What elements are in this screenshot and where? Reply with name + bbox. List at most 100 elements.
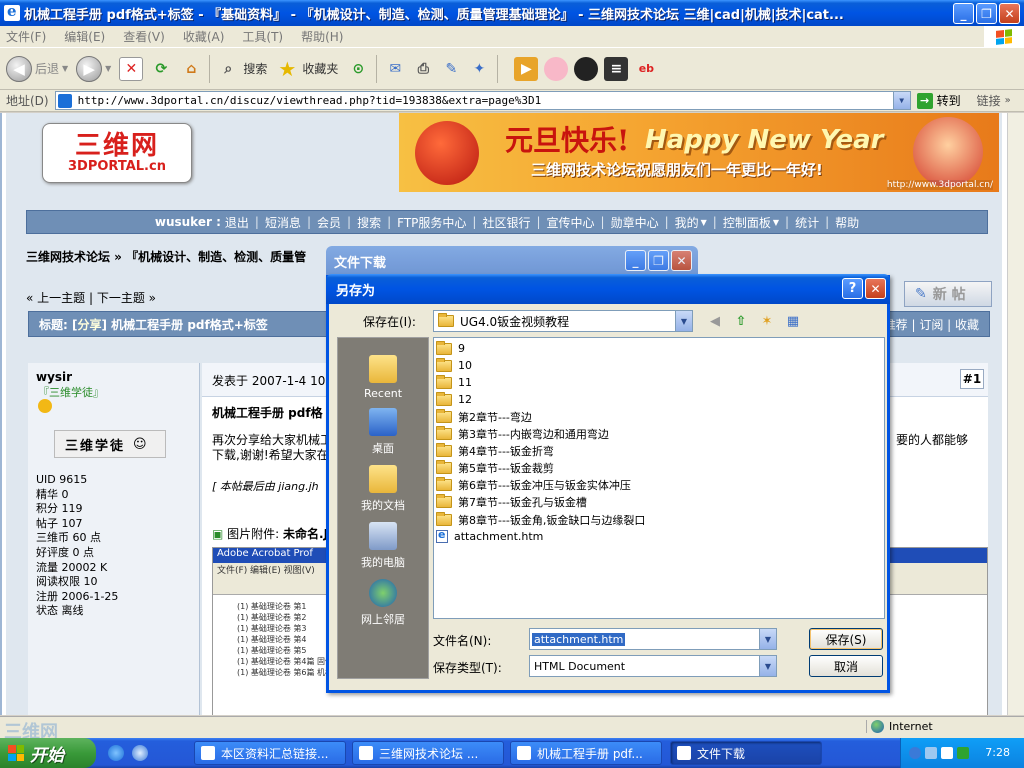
- file-item[interactable]: attachment.htm: [436, 528, 543, 545]
- breadcrumb[interactable]: 三维网技术论坛 » 『机械设计、制造、检测、质量管: [26, 248, 306, 265]
- download-tool-icon[interactable]: ≡: [604, 56, 629, 81]
- cancel-button[interactable]: 取消: [809, 655, 883, 677]
- mail-icon[interactable]: ✉: [383, 57, 407, 81]
- nav-messages[interactable]: 短消息: [265, 214, 301, 231]
- volume-icon[interactable]: [941, 747, 953, 759]
- messenger-icon[interactable]: ✦: [467, 57, 491, 81]
- back-icon[interactable]: ◀: [705, 311, 725, 331]
- nav-medals[interactable]: 勋章中心: [611, 214, 659, 231]
- menu-favorites[interactable]: 收藏(A): [183, 28, 225, 45]
- network-icon[interactable]: [925, 747, 937, 759]
- save-as-close-button[interactable]: ✕: [865, 278, 886, 299]
- place-desktop[interactable]: 桌面: [338, 398, 428, 456]
- home-icon[interactable]: ⌂: [179, 57, 203, 81]
- refresh-icon[interactable]: ⟳: [149, 57, 173, 81]
- stop-icon[interactable]: ✕: [119, 56, 144, 81]
- nav-my[interactable]: 我的: [675, 214, 699, 231]
- start-button[interactable]: 开始: [0, 738, 96, 768]
- edit-icon[interactable]: ✎: [439, 57, 463, 81]
- forward-button[interactable]: ▶ ▼: [76, 55, 111, 82]
- folder-item[interactable]: 第4章节---钣金折弯: [436, 443, 554, 460]
- save-button[interactable]: 保存(S): [809, 628, 883, 650]
- folder-item[interactable]: 第2章节---弯边: [436, 408, 532, 425]
- task-item-active[interactable]: 文件下载: [670, 741, 822, 765]
- maximize-button[interactable]: ❐: [976, 3, 997, 24]
- pig-icon[interactable]: [544, 56, 569, 81]
- save-in-select[interactable]: UG4.0钣金视频教程 ▼: [433, 310, 693, 332]
- menu-view[interactable]: 查看(V): [123, 28, 165, 45]
- menu-help[interactable]: 帮助(H): [301, 28, 343, 45]
- tray-expand-icon[interactable]: [909, 747, 921, 759]
- task-item[interactable]: 三维网技术论坛 ...: [352, 741, 504, 765]
- desktop-quicklaunch-icon[interactable]: [132, 745, 148, 761]
- media-player-icon[interactable]: ▶: [514, 56, 539, 81]
- folder-item[interactable]: 第6章节---钣金冲压与钣金实体冲压: [436, 477, 631, 494]
- menu-file[interactable]: 文件(F): [6, 28, 46, 45]
- file-list[interactable]: 9 10 11 12 第2章节---弯边 第3章节---内嵌弯边和通用弯边 第4章节---钣…: [433, 337, 885, 619]
- nav-members[interactable]: 会员: [317, 214, 341, 231]
- place-recent[interactable]: Recent: [338, 342, 428, 400]
- nav-ftp[interactable]: FTP服务中心: [397, 214, 466, 231]
- file-name-input[interactable]: attachment.htm ▼: [529, 628, 777, 650]
- task-item[interactable]: 机械工程手册 pdf...: [510, 741, 662, 765]
- site-logo[interactable]: 三维网 3DPORTAL.cn: [42, 123, 192, 183]
- qq-icon[interactable]: [574, 56, 599, 81]
- thread-actions[interactable]: 推荐 | 订阅 | 收藏: [884, 316, 979, 333]
- download-minimize-button[interactable]: _: [625, 250, 646, 271]
- nav-help[interactable]: 帮助: [835, 214, 859, 231]
- file-type-select[interactable]: HTML Document ▼: [529, 655, 777, 677]
- nav-promo[interactable]: 宣传中心: [547, 214, 595, 231]
- page-scrollbar[interactable]: [1007, 113, 1024, 715]
- place-network[interactable]: 网上邻居: [338, 569, 428, 627]
- chevron-down-icon[interactable]: ▼: [759, 629, 776, 649]
- thread-tag[interactable]: 分享: [77, 316, 101, 333]
- new-year-banner[interactable]: 元旦快乐! Happy New Year 三维网技术论坛祝愿朋友们一年更比一年好…: [399, 113, 999, 192]
- nav-bank[interactable]: 社区银行: [482, 214, 530, 231]
- nav-logout[interactable]: 退出: [225, 214, 249, 231]
- go-button[interactable]: → 转到: [916, 92, 961, 109]
- folder-item[interactable]: 9: [436, 340, 465, 357]
- place-my-documents[interactable]: 我的文档: [338, 455, 428, 513]
- chevron-down-icon[interactable]: ▼: [675, 311, 692, 331]
- folder-item[interactable]: 第5章节---钣金裁剪: [436, 460, 554, 477]
- back-button[interactable]: ◀ 后退 ▼: [6, 55, 68, 82]
- chevron-down-icon[interactable]: ▼: [759, 656, 776, 676]
- search-button[interactable]: ⌕ 搜索: [216, 57, 267, 81]
- menu-edit[interactable]: 编辑(E): [64, 28, 105, 45]
- url-input[interactable]: http://www.3dportal.cn/discuz/viewthread…: [54, 91, 911, 110]
- ie-quicklaunch-icon[interactable]: [108, 745, 124, 761]
- help-button[interactable]: ?: [842, 278, 863, 299]
- attachment-name[interactable]: 未命名.J: [283, 527, 328, 541]
- nav-control-panel[interactable]: 控制面板: [723, 214, 771, 231]
- view-menu-icon[interactable]: ▦: [783, 311, 803, 331]
- current-user[interactable]: wusuker :: [155, 215, 221, 229]
- menu-tools[interactable]: 工具(T): [242, 28, 283, 45]
- history-icon[interactable]: ⊙: [346, 57, 370, 81]
- favorites-button[interactable]: ★ 收藏夹: [275, 57, 338, 81]
- task-item[interactable]: 本区资料汇总链接...: [194, 741, 346, 765]
- folder-item[interactable]: 11: [436, 374, 472, 391]
- new-folder-icon[interactable]: ✶: [757, 311, 777, 331]
- clock[interactable]: 7:28: [985, 746, 1010, 759]
- close-button[interactable]: ✕: [999, 3, 1020, 24]
- folder-item[interactable]: 10: [436, 357, 472, 374]
- post-floor-number[interactable]: #1: [960, 369, 984, 389]
- folder-item[interactable]: 第3章节---内嵌弯边和通用弯边: [436, 426, 609, 443]
- author-name[interactable]: wysir: [36, 370, 72, 384]
- minimize-button[interactable]: _: [953, 3, 974, 24]
- ebay-icon[interactable]: eb: [634, 57, 658, 81]
- folder-item[interactable]: 第7章节---钣金孔与钣金槽: [436, 494, 587, 511]
- tray-app-icon[interactable]: [957, 747, 969, 759]
- new-post-button[interactable]: ✎ 新 帖: [904, 281, 992, 307]
- address-dropdown-icon[interactable]: ▼: [892, 92, 910, 109]
- folder-item[interactable]: 第8章节---钣金角,钣金缺口与边缘裂口: [436, 511, 645, 528]
- place-my-computer[interactable]: 我的电脑: [338, 512, 428, 570]
- download-maximize-button[interactable]: ❐: [648, 250, 669, 271]
- up-folder-icon[interactable]: ⇧: [731, 311, 751, 331]
- links-label[interactable]: 链接: [977, 92, 1001, 109]
- folder-item[interactable]: 12: [436, 391, 472, 408]
- nav-stats[interactable]: 统计: [795, 214, 819, 231]
- download-close-button[interactable]: ✕: [671, 250, 692, 271]
- topic-navigation[interactable]: « 上一主题 | 下一主题 »: [26, 289, 156, 306]
- print-icon[interactable]: ⎙: [411, 57, 435, 81]
